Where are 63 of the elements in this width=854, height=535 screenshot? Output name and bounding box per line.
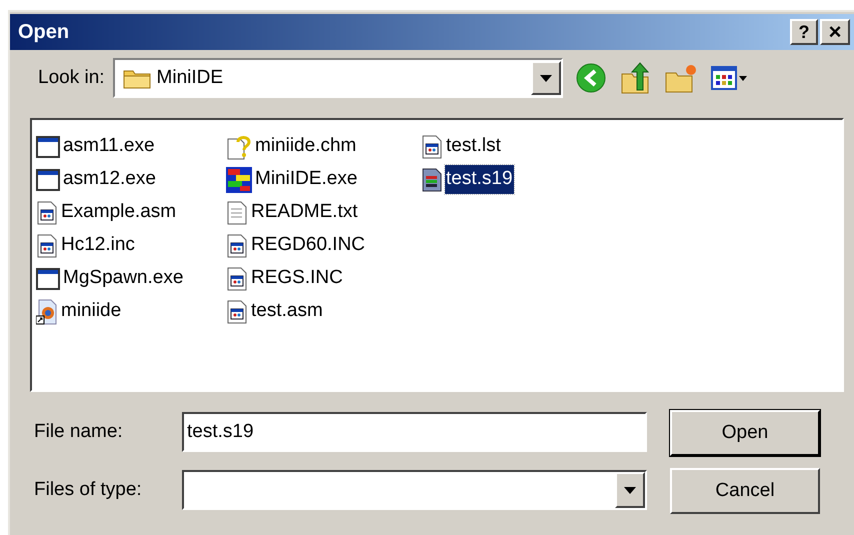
file-item[interactable]: test.s19 xyxy=(421,163,621,196)
view-menu-button[interactable] xyxy=(710,66,747,90)
file-item[interactable]: MgSpawn.exe xyxy=(36,262,226,295)
file-name: miniide xyxy=(60,299,122,324)
up-folder-icon[interactable] xyxy=(620,62,651,94)
file-item[interactable]: REGD60.INC xyxy=(226,229,421,262)
source-file-icon xyxy=(226,300,248,324)
open-button[interactable]: Open xyxy=(670,410,820,456)
help-button[interactable]: ? xyxy=(790,19,818,45)
file-item[interactable]: REGS.INC xyxy=(226,262,421,295)
file-item[interactable]: MiniIDE.exe xyxy=(226,163,421,196)
file-name: Hc12.inc xyxy=(60,233,136,258)
file-item[interactable]: miniide.chm xyxy=(226,130,421,163)
caret-icon xyxy=(624,486,636,494)
file-name: asm11.exe xyxy=(62,134,156,158)
program-window-icon xyxy=(36,168,60,190)
file-name: REGS.INC xyxy=(250,266,344,290)
source-file-icon xyxy=(226,266,248,290)
look-in-label: Look in: xyxy=(38,66,105,90)
caret-icon xyxy=(738,76,747,80)
close-button[interactable]: × xyxy=(820,19,850,45)
dropdown-arrow-button[interactable] xyxy=(615,472,645,508)
file-item[interactable]: test.asm xyxy=(226,295,421,328)
source-file-icon xyxy=(36,234,58,258)
file-name: asm12.exe xyxy=(62,167,157,192)
help-file-icon xyxy=(226,134,252,160)
new-folder-icon[interactable] xyxy=(664,63,697,93)
source-file-icon xyxy=(421,134,443,158)
file-name: miniide.chm xyxy=(254,134,358,158)
file-name: MgSpawn.exe xyxy=(62,266,184,290)
file-name: test.s19 xyxy=(445,165,514,194)
file-name-label: File name: xyxy=(34,420,124,444)
source-file-icon xyxy=(226,234,248,258)
program-window-icon xyxy=(36,268,60,290)
file-item[interactable]: asm11.exe xyxy=(36,130,226,163)
files-of-type-dropdown[interactable] xyxy=(182,470,647,510)
view-grid-icon xyxy=(710,66,737,90)
files-of-type-label: Files of type: xyxy=(34,478,143,502)
source-file-icon xyxy=(36,200,58,224)
file-name: MiniIDE.exe xyxy=(254,167,358,192)
file-item[interactable]: test.lst xyxy=(421,130,621,163)
file-name: Example.asm xyxy=(60,200,178,224)
file-icon xyxy=(421,168,443,192)
window-title: Open xyxy=(18,20,70,45)
file-name: README.txt xyxy=(250,200,359,224)
cancel-button[interactable]: Cancel xyxy=(670,468,820,514)
file-item[interactable]: Example.asm xyxy=(36,196,226,229)
program-window-icon xyxy=(36,136,60,158)
file-name: test.asm xyxy=(250,299,324,324)
file-item[interactable]: Hc12.inc xyxy=(36,229,226,262)
file-name: REGD60.INC xyxy=(250,233,366,258)
look-in-value: MiniIDE xyxy=(156,66,224,90)
caret-icon xyxy=(540,74,552,82)
app-icon xyxy=(226,166,252,192)
file-item[interactable]: README.txt xyxy=(226,196,421,229)
file-item[interactable]: miniide xyxy=(36,295,226,328)
document-icon xyxy=(226,200,248,224)
dropdown-arrow-button[interactable] xyxy=(530,61,561,95)
shortcut-icon xyxy=(36,298,58,324)
file-item[interactable]: asm12.exe xyxy=(36,163,226,196)
file-name-field[interactable]: test.s19 xyxy=(182,412,647,452)
look-in-dropdown[interactable]: MiniIDE xyxy=(112,58,563,98)
file-name: test.lst xyxy=(445,134,502,158)
